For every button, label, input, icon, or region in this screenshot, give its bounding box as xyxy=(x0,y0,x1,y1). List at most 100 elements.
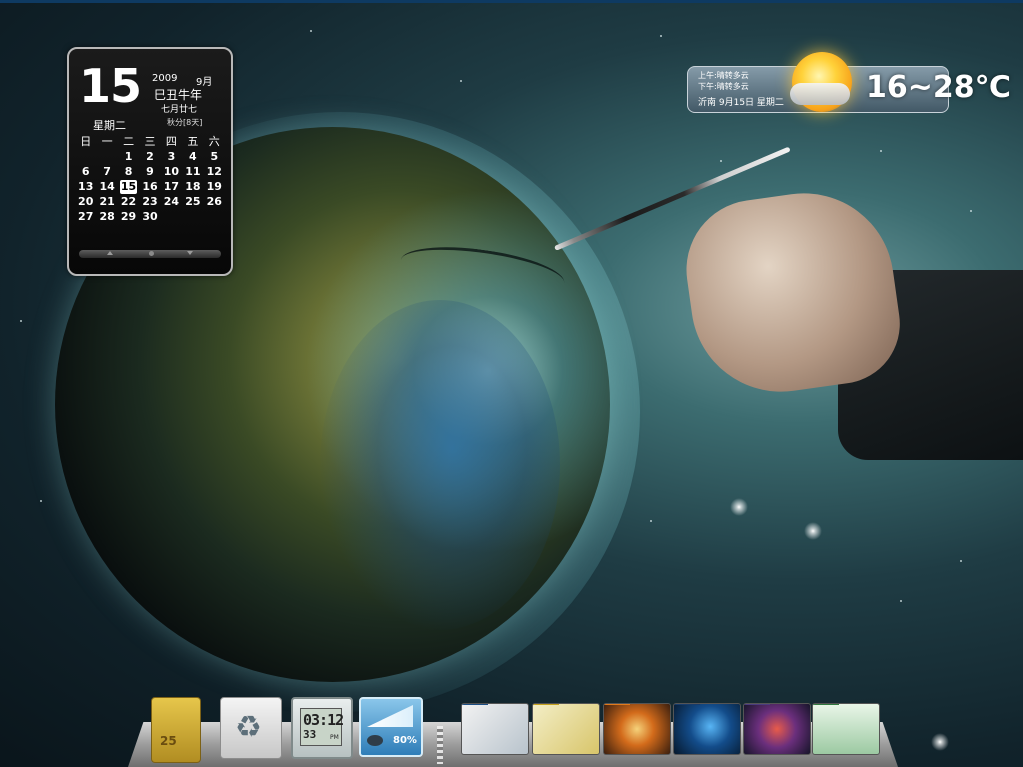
clock-ampm: PM xyxy=(330,734,339,741)
cloud-icon xyxy=(790,83,850,105)
calendar-date-cell[interactable]: 23 xyxy=(139,195,160,209)
hand xyxy=(677,181,908,404)
clock-time: 03:12 xyxy=(303,711,344,729)
weather-morning-forecast: 上午:晴转多云 xyxy=(698,71,749,80)
weekday-header: 日 xyxy=(80,135,92,148)
calendar-date-cell[interactable]: 6 xyxy=(75,165,96,179)
calendar-date-cell[interactable]: 3 xyxy=(161,150,182,164)
star xyxy=(40,500,42,502)
calendar-date-cell[interactable]: 22 xyxy=(118,195,139,209)
clock-lcd: 03:12 33 PM xyxy=(300,708,344,746)
battery-widget-icon[interactable]: 80% xyxy=(359,697,423,757)
previous-month-icon[interactable] xyxy=(107,251,113,255)
calendar-date-cell[interactable]: 26 xyxy=(204,195,225,209)
calendar-year: 2009 xyxy=(152,73,178,84)
calendar-lunar-date: 七月廿七 xyxy=(161,105,198,115)
calendar-date-cell[interactable]: 29 xyxy=(118,210,139,224)
folder-tab xyxy=(744,704,770,705)
folder-icon[interactable] xyxy=(743,703,811,755)
weather-city-date: 沂南 9月15日 星期二 xyxy=(698,98,784,108)
calendar-date-cell[interactable]: 12 xyxy=(204,165,225,179)
folder-icon[interactable] xyxy=(673,703,741,755)
star xyxy=(650,520,652,522)
calendar-icon-number: 25 xyxy=(160,734,177,748)
bright-star xyxy=(931,733,949,751)
star xyxy=(900,600,902,602)
calendar-date-cell[interactable]: 17 xyxy=(161,180,182,194)
weekday-header: 一 xyxy=(101,135,113,148)
star xyxy=(310,30,312,32)
folder-icon[interactable] xyxy=(812,703,880,755)
calendar-date-cell[interactable]: 7 xyxy=(96,165,117,179)
folder-tab xyxy=(813,704,839,705)
calendar-date-cell[interactable]: 11 xyxy=(182,165,203,179)
weekday-header: 五 xyxy=(187,135,199,148)
calendar-date-cell[interactable]: 14 xyxy=(96,180,117,194)
calendar-date-cell[interactable]: 30 xyxy=(139,210,160,224)
folder-icon[interactable] xyxy=(603,703,671,755)
battery-level-bar xyxy=(367,705,413,727)
weekday-header: 三 xyxy=(144,135,156,148)
recycle-symbol-icon: ♻ xyxy=(235,710,262,745)
weekday-header: 六 xyxy=(208,135,220,148)
calendar-date-cell[interactable]: 24 xyxy=(161,195,182,209)
star xyxy=(460,80,462,82)
calendar-date-cell[interactable]: 8 xyxy=(118,165,139,179)
next-month-icon[interactable] xyxy=(187,251,193,255)
star xyxy=(720,160,722,162)
calendar-date-cell[interactable]: 5 xyxy=(204,150,225,164)
calendar-month-grid: 日 一 二 三 四 五 六 1 2 3 4 5 6 7 8 9 10 11 12… xyxy=(75,135,225,224)
folder-tab xyxy=(604,704,630,705)
star xyxy=(960,560,962,562)
screen-top-border xyxy=(0,0,1023,3)
recycle-bin-icon[interactable]: ♻ xyxy=(220,697,282,759)
calendar-date-cell[interactable]: 4 xyxy=(182,150,203,164)
calendar-date-cell[interactable]: 19 xyxy=(204,180,225,194)
dock-separator xyxy=(437,726,443,764)
today-dot-icon[interactable] xyxy=(149,251,154,256)
star xyxy=(880,150,882,152)
calendar-day-number: 15 xyxy=(79,59,142,113)
calendar-date-cell[interactable]: 2 xyxy=(139,150,160,164)
calendar-date-cell[interactable]: 18 xyxy=(182,180,203,194)
calendar-date-cell xyxy=(204,210,225,224)
calendar-today-cell[interactable]: 15 xyxy=(119,180,138,194)
calendar-date-cell xyxy=(75,150,96,164)
star xyxy=(660,35,662,37)
folder-icon[interactable] xyxy=(532,703,600,755)
calendar-date-cell[interactable]: 20 xyxy=(75,195,96,209)
weather-temperature: 16~28℃ xyxy=(866,70,1011,105)
calendar-date-cell xyxy=(96,150,117,164)
folder-tab xyxy=(674,704,700,705)
weather-afternoon-forecast: 下午:晴转多云 xyxy=(698,82,749,91)
calendar-solar-term: 秋分[8天] xyxy=(167,118,203,127)
calendar-date-cell[interactable]: 27 xyxy=(75,210,96,224)
folder-tab xyxy=(533,704,559,705)
calendar-widget-icon[interactable]: 25 xyxy=(151,697,201,763)
weekday-header: 四 xyxy=(165,135,177,148)
folder-icon[interactable] xyxy=(461,703,529,755)
star xyxy=(970,210,972,212)
calendar-date-cell xyxy=(161,210,182,224)
clock-seconds: 33 xyxy=(303,728,317,741)
planet-ocean xyxy=(320,300,560,630)
calendar-date-cell[interactable]: 13 xyxy=(75,180,96,194)
calendar-date-cell[interactable]: 28 xyxy=(96,210,117,224)
disk-icon xyxy=(367,735,383,746)
calendar-date-cell[interactable]: 9 xyxy=(139,165,160,179)
calendar-date-cell[interactable]: 25 xyxy=(182,195,203,209)
calendar-ganzhi-year: 巳丑牛年 xyxy=(154,88,203,102)
weekday-header: 二 xyxy=(123,135,135,148)
calendar-weekday: 星期二 xyxy=(93,119,126,132)
calendar-widget[interactable]: 15 星期二 2009 9月 巳丑牛年 七月廿七 秋分[8天] 日 一 二 三 … xyxy=(67,47,233,276)
bright-star xyxy=(804,522,822,540)
battery-percent: 80% xyxy=(393,735,417,746)
calendar-date-cell xyxy=(182,210,203,224)
calendar-date-cell[interactable]: 16 xyxy=(139,180,160,194)
calendar-date-cell[interactable]: 1 xyxy=(118,150,139,164)
calendar-date-cell[interactable]: 10 xyxy=(161,165,182,179)
folder-tab xyxy=(462,704,488,705)
star xyxy=(20,320,22,322)
clock-widget-icon[interactable]: 03:12 33 PM xyxy=(291,697,353,759)
calendar-date-cell[interactable]: 21 xyxy=(96,195,117,209)
